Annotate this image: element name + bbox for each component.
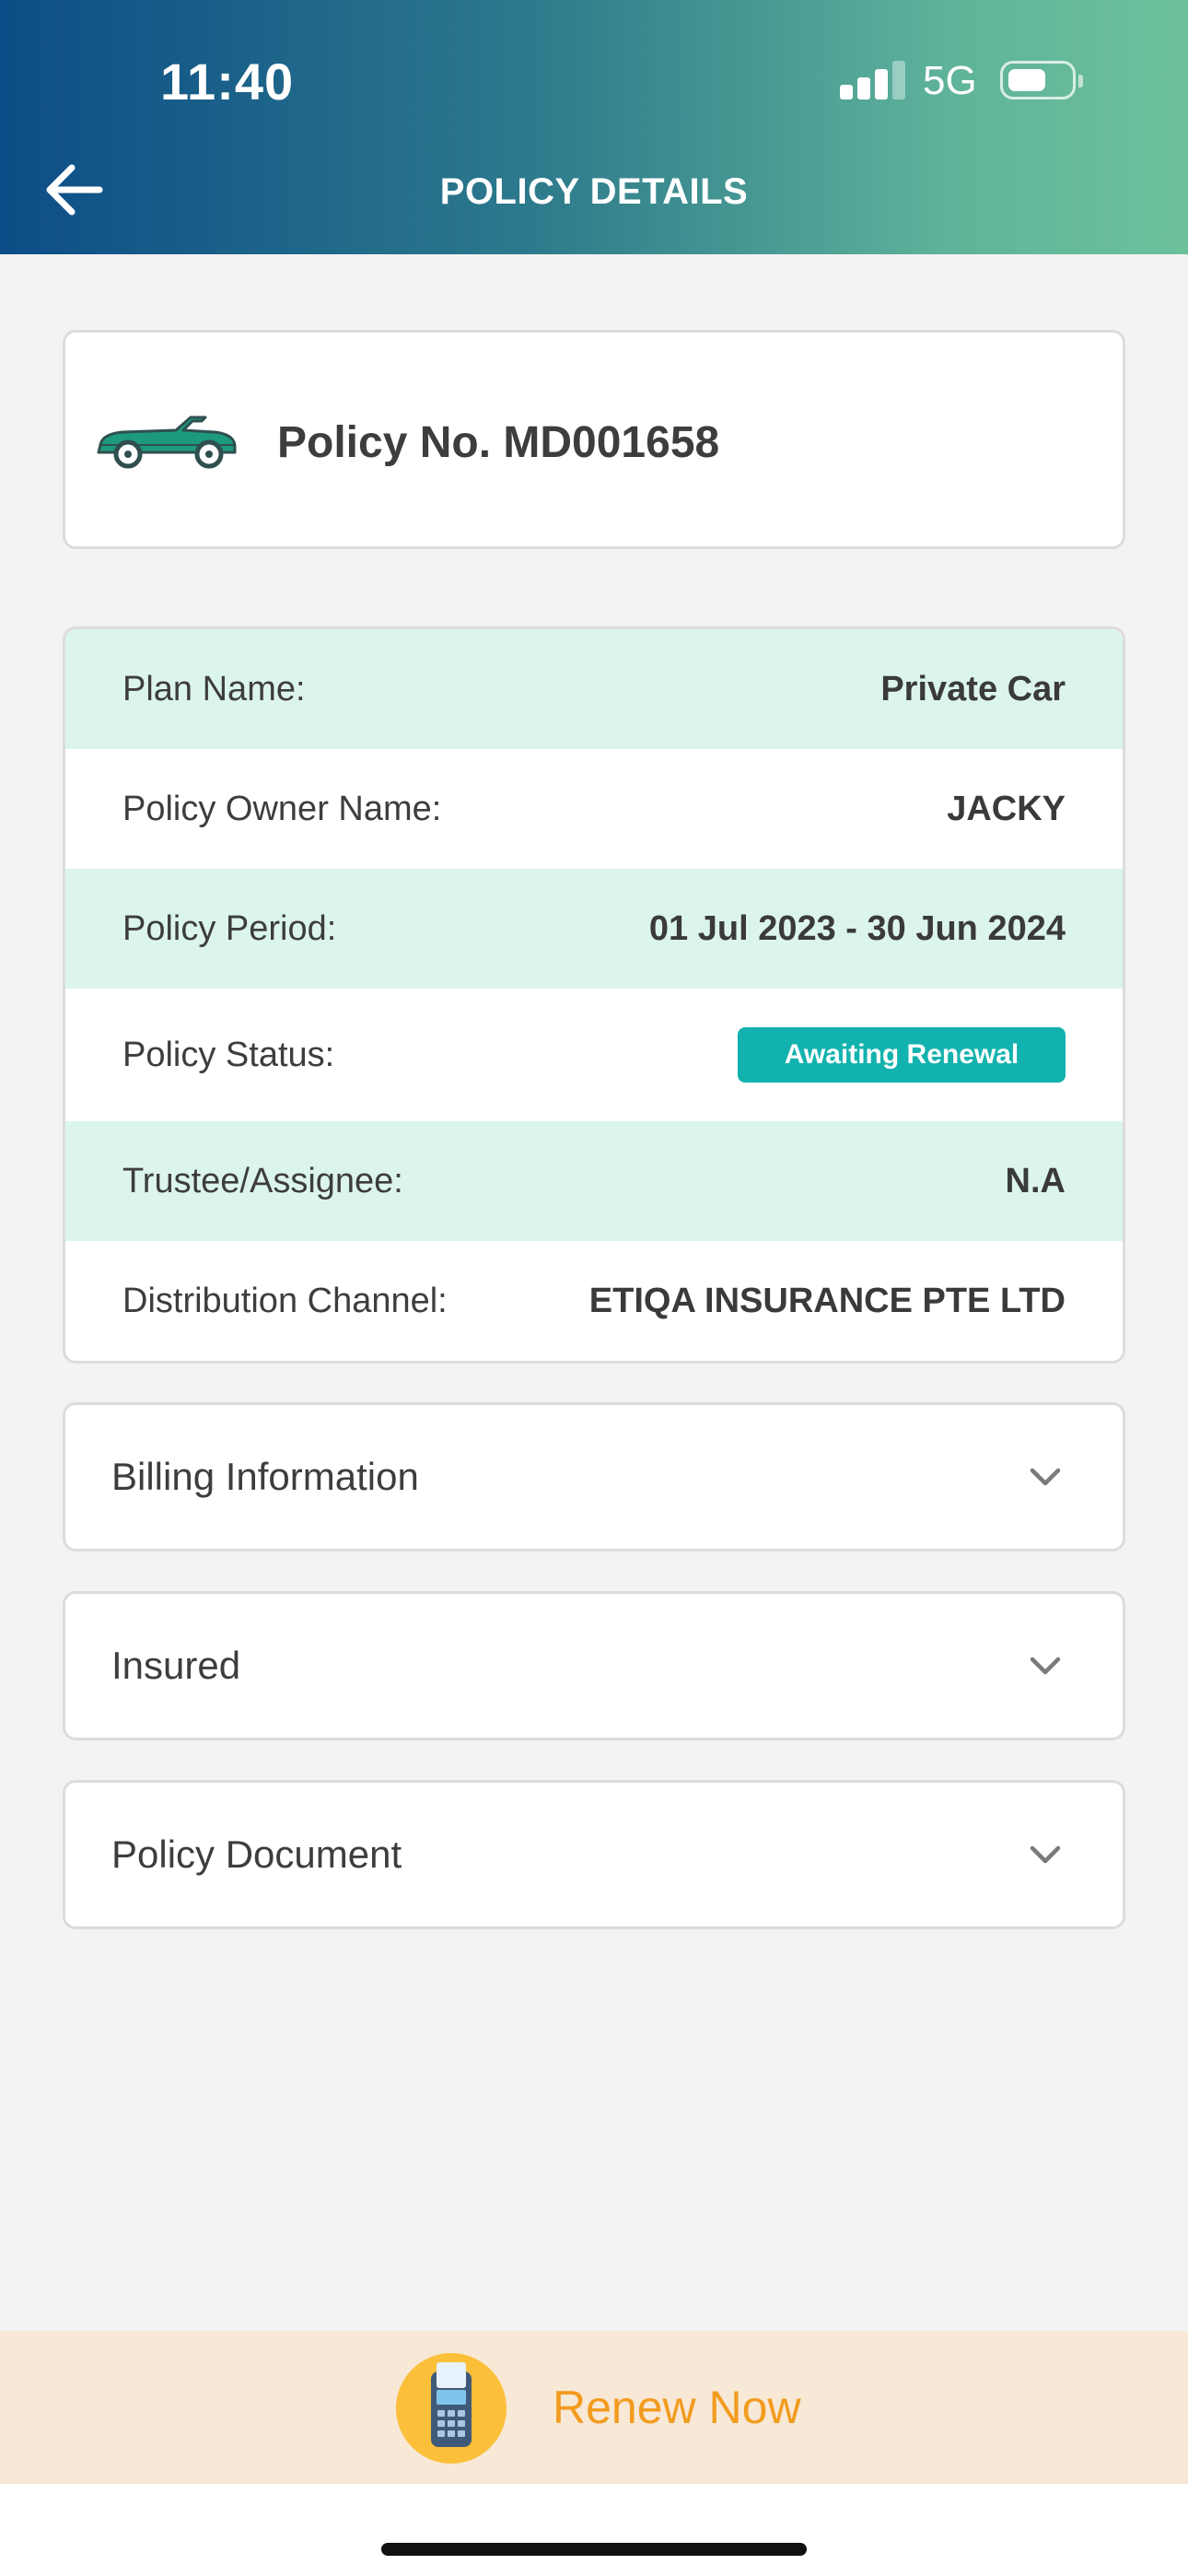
policy-summary-card: Policy No. MD001658: [63, 330, 1125, 549]
detail-label: Plan Name:: [122, 669, 306, 708]
network-type: 5G: [923, 58, 977, 103]
detail-label: Trustee/Assignee:: [122, 1161, 403, 1200]
policy-details-card: Plan Name: Private Car Policy Owner Name…: [63, 626, 1125, 1364]
renew-now-label: Renew Now: [553, 2382, 801, 2433]
section-label: Billing Information: [111, 1455, 419, 1498]
section-label: Policy Document: [111, 1832, 402, 1876]
policy-document-section[interactable]: Policy Document: [63, 1780, 1125, 1929]
billing-information-section[interactable]: Billing Information: [63, 1402, 1125, 1551]
chevron-down-icon: [1030, 1468, 1061, 1486]
chevron-down-icon: [1030, 1845, 1061, 1864]
policy-number: Policy No. MD001658: [277, 418, 720, 467]
battery-icon: [1000, 61, 1083, 100]
detail-value: ETIQA INSURANCE PTE LTD: [588, 1281, 1066, 1320]
page-title: POLICY DETAILS: [439, 171, 749, 212]
detail-row-owner-name: Policy Owner Name: JACKY: [65, 749, 1123, 869]
detail-row-distribution-channel: Distribution Channel: ETIQA INSURANCE PT…: [65, 1241, 1123, 1361]
insured-section[interactable]: Insured: [63, 1591, 1125, 1740]
section-label: Insured: [111, 1644, 241, 1687]
renew-now-button[interactable]: Renew Now: [0, 2331, 1188, 2484]
cellular-signal-icon: [840, 61, 905, 100]
detail-value: N.A: [1005, 1161, 1066, 1200]
detail-label: Policy Status:: [122, 1035, 335, 1074]
status-time: 11:40: [160, 53, 295, 111]
app-header: 11:40 5G POLICY DETAILS: [0, 0, 1188, 254]
detail-value: JACKY: [947, 789, 1066, 828]
detail-row-policy-period: Policy Period: 01 Jul 2023 - 30 Jun 2024: [65, 869, 1123, 989]
status-badge: Awaiting Renewal: [738, 1027, 1066, 1083]
detail-row-plan-name: Plan Name: Private Car: [65, 629, 1123, 749]
payment-terminal-icon: [396, 2353, 507, 2464]
detail-value: 01 Jul 2023 - 30 Jun 2024: [648, 908, 1066, 948]
home-indicator[interactable]: [381, 2543, 807, 2556]
detail-label: Distribution Channel:: [122, 1281, 448, 1320]
bottom-safe-area: [0, 2484, 1188, 2576]
detail-value: Private Car: [880, 669, 1066, 708]
chevron-down-icon: [1030, 1657, 1061, 1675]
car-icon: [97, 416, 237, 469]
detail-row-policy-status: Policy Status: Awaiting Renewal: [65, 989, 1123, 1121]
detail-row-trustee: Trustee/Assignee: N.A: [65, 1121, 1123, 1241]
detail-label: Policy Period:: [122, 908, 337, 948]
detail-label: Policy Owner Name:: [122, 789, 442, 828]
